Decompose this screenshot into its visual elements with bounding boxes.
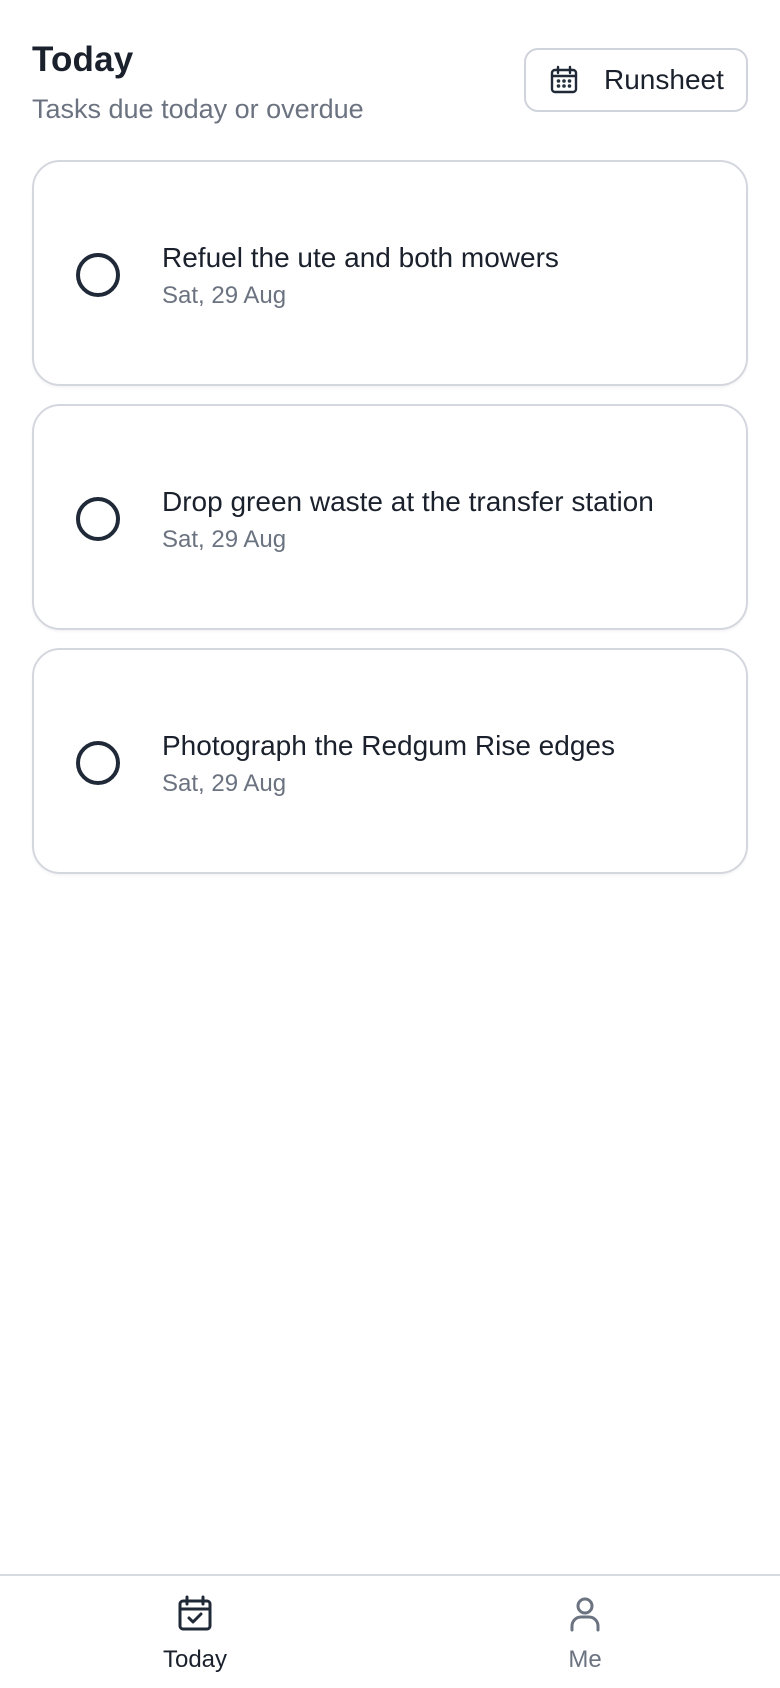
task-date: Sat, 29 Aug [162,282,287,309]
task-checkbox[interactable] [76,741,120,785]
task-list: Refuel the ute and both mowers Sat, 29 A… [32,160,748,892]
task-date: Sat, 29 Aug [162,526,287,553]
task-title: Photograph the Redgum Rise edges [162,730,615,761]
bottom-nav: Today Me [0,1574,780,1688]
nav-label-me: Me [568,1646,602,1673]
task-text: Photograph the Redgum Rise edges Sat, 29… [162,730,615,798]
task-card[interactable]: Refuel the ute and both mowers Sat, 29 A… [32,160,748,386]
task-checkbox[interactable] [76,497,120,541]
page-subtitle: Tasks due today or overdue [32,94,364,124]
task-title: Refuel the ute and both mowers [162,242,559,273]
today-screen: Today Tasks due today or overdue Runshee… [0,0,780,1688]
calendar-check-icon [175,1594,215,1634]
task-title: Drop green waste at the transfer station [162,486,654,517]
task-checkbox[interactable] [76,253,120,297]
user-icon [565,1594,605,1634]
nav-label-today: Today [162,1646,228,1673]
calendar-icon [548,64,580,96]
task-card[interactable]: Photograph the Redgum Rise edges Sat, 29… [32,648,748,874]
page-title: Today [32,40,134,79]
task-date: Sat, 29 Aug [162,770,287,797]
nav-item-today[interactable]: Today [125,1594,265,1680]
runsheet-button[interactable]: Runsheet [524,48,748,112]
task-text: Drop green waste at the transfer station… [162,486,654,554]
runsheet-button-label: Runsheet [604,64,724,95]
page-header: Today Tasks due today or overdue Runshee… [32,36,748,126]
task-text: Refuel the ute and both mowers Sat, 29 A… [162,242,559,310]
nav-item-me[interactable]: Me [515,1594,655,1680]
task-card[interactable]: Drop green waste at the transfer station… [32,404,748,630]
